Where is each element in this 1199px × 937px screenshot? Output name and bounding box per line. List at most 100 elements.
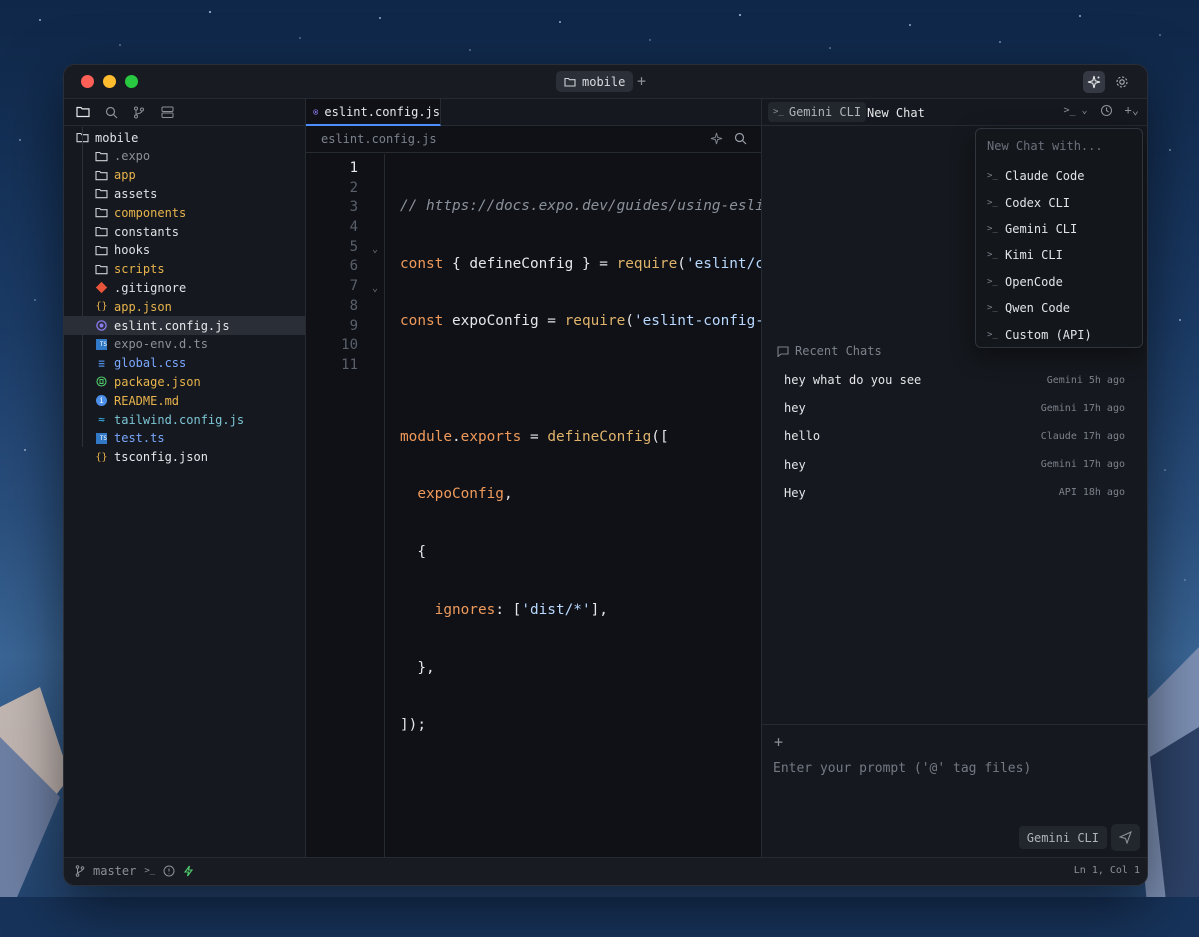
new-workspace-tab-button[interactable]: + <box>637 72 646 90</box>
recent-chat-title: Hey <box>784 485 806 500</box>
breadcrumb-file[interactable]: eslint.config.js <box>321 132 437 146</box>
send-button[interactable] <box>1111 824 1140 851</box>
dropdown-item-custom-api[interactable]: >_ Custom (API) <box>976 321 1142 347</box>
recent-chats-list: hey what do you see Gemini 5h ago hey Gemini… <box>774 366 1135 507</box>
chat-tab-cli-label: Gemini CLI <box>788 105 862 119</box>
tree-item-expo[interactable]: .expo <box>64 147 305 166</box>
chat-header: >_ Gemini CLI New Chat >_ ⌄ +⌄ <box>762 99 1147 126</box>
folder-icon <box>564 77 576 87</box>
search-icon <box>105 106 117 118</box>
minimize-window-button[interactable] <box>103 75 116 88</box>
tree-item-app[interactable]: app <box>64 166 305 185</box>
dropdown-item-opencode[interactable]: >_ OpenCode <box>976 269 1142 295</box>
folder-icon <box>95 244 108 257</box>
tree-item-expo-env-d-ts[interactable]: TS expo-env.d.ts <box>64 335 305 354</box>
fold-chevron-icon[interactable]: ⌄ <box>372 244 378 255</box>
chat-tab-new-chat[interactable]: New Chat <box>867 103 925 123</box>
tree-item-hooks[interactable]: hooks <box>64 241 305 260</box>
source-control-button[interactable] <box>131 104 147 120</box>
chat-bubble-icon <box>777 345 789 357</box>
recent-chat-row[interactable]: hey Gemini 17h ago <box>774 451 1135 479</box>
recent-chat-row[interactable]: hello Claude 17h ago <box>774 422 1135 450</box>
tree-item-eslint-config-js[interactable]: eslint.config.js <box>64 316 305 335</box>
dropdown-item-codex-cli[interactable]: >_ Codex CLI <box>976 189 1142 215</box>
recent-chat-row[interactable]: Hey API 18h ago <box>774 479 1135 507</box>
tree-item-assets[interactable]: assets <box>64 185 305 204</box>
status-left: master >_ <box>75 864 194 878</box>
tree-item-app-json[interactable]: {} app.json <box>64 297 305 316</box>
prompt-composer: + Gemini CLI <box>762 724 1147 857</box>
recent-chat-provider: Gemini <box>1040 459 1077 471</box>
new-chat-dropdown: New Chat with... >_ Claude Code >_ Codex CL… <box>975 128 1143 348</box>
eslint-icon <box>95 319 108 332</box>
search-icon[interactable] <box>734 132 747 145</box>
cursor-position[interactable]: Ln 1, Col 1 <box>1074 865 1140 876</box>
new-chat-menu-button[interactable]: +⌄ <box>1125 103 1139 117</box>
maximize-window-button[interactable] <box>125 75 138 88</box>
history-icon[interactable] <box>1100 104 1113 117</box>
search-view-button[interactable] <box>103 104 119 120</box>
tree-item-package-json[interactable]: package.json <box>64 373 305 392</box>
dropdown-item-label: Qwen Code <box>1005 301 1071 316</box>
close-window-button[interactable] <box>81 75 94 88</box>
terminal-icon: >_ <box>987 276 998 287</box>
recent-chat-row[interactable]: hey what do you see Gemini 5h ago <box>774 366 1135 394</box>
ai-sparkle-button[interactable] <box>1083 71 1105 93</box>
model-selector[interactable]: Gemini CLI <box>1018 826 1107 849</box>
tree-item-components[interactable]: components <box>64 203 305 222</box>
code-line-8: ignores: ['dist/*'], <box>434 601 608 618</box>
folder-icon <box>95 206 108 219</box>
tree-item-test-ts[interactable]: TS test.ts <box>64 429 305 448</box>
sparkle-icon[interactable] <box>710 132 723 145</box>
line-number: 4 <box>349 219 358 236</box>
tree-item-readme-md[interactable]: i README.md <box>64 391 305 410</box>
tree-item-tsconfig-json[interactable]: {} tsconfig.json <box>64 448 305 467</box>
tree-item-label: components <box>114 205 187 220</box>
lightning-icon[interactable] <box>183 865 194 877</box>
file-explorer-sidebar: mobile .expo app assets components constants… <box>64 99 306 857</box>
dropdown-item-label: OpenCode <box>1005 274 1063 289</box>
tree-item-constants[interactable]: constants <box>64 222 305 241</box>
recent-chat-row[interactable]: hey Gemini 17h ago <box>774 394 1135 422</box>
tree-item-gitignore[interactable]: .gitignore <box>64 279 305 298</box>
recent-chat-provider: Gemini <box>1040 402 1077 414</box>
settings-button[interactable] <box>1111 71 1133 93</box>
files-view-button[interactable] <box>75 104 91 120</box>
dropdown-header: New Chat with... <box>987 139 1103 153</box>
line-number: 10 <box>341 337 358 354</box>
tree-item-label: package.json <box>114 374 201 389</box>
tree-item-label: assets <box>114 186 158 201</box>
code-area[interactable]: 1 2 3 4 5 6 7 8 9 10 11 ⌄ ⌄ // https://docs.expo.d… <box>306 154 761 857</box>
tree-item-global-css[interactable]: ≡ global.css <box>64 354 305 373</box>
editor-tab-active[interactable]: eslint.config.js <box>306 99 441 126</box>
dropdown-item-claude-code[interactable]: >_ Claude Code <box>976 163 1142 189</box>
branch-name[interactable]: master <box>93 864 136 878</box>
tree-root-folder[interactable]: mobile <box>64 128 305 147</box>
send-icon <box>1119 831 1132 844</box>
tree-item-scripts[interactable]: scripts <box>64 260 305 279</box>
fold-chevron-icon[interactable]: ⌄ <box>372 283 378 294</box>
prompt-input[interactable] <box>773 761 1123 776</box>
tree-item-tailwind-config-js[interactable]: ≈ tailwind.config.js <box>64 410 305 429</box>
line-number: 9 <box>349 317 358 334</box>
git-icon <box>95 281 108 294</box>
workspace-tab[interactable]: mobile <box>556 71 634 92</box>
git-branch-icon <box>134 106 144 118</box>
terminal-dropdown-button[interactable]: >_ ⌄ <box>1063 105 1087 116</box>
tree-item-label: app <box>114 168 136 183</box>
attach-button[interactable]: + <box>774 733 783 751</box>
terminal-icon[interactable]: >_ <box>144 866 155 876</box>
code-content: // https://docs.expo.dev/guides/using-es… <box>400 154 761 832</box>
dropdown-item-kimi-cli[interactable]: >_ Kimi CLI <box>976 242 1142 268</box>
chat-panel: >_ Gemini CLI New Chat >_ ⌄ +⌄ New Chat … <box>761 99 1147 857</box>
dropdown-item-qwen-code[interactable]: >_ Qwen Code <box>976 295 1142 321</box>
folder-icon <box>95 169 108 182</box>
chat-tab-gemini-cli[interactable]: >_ Gemini CLI <box>768 102 867 122</box>
dropdown-item-label: Claude Code <box>1005 169 1085 184</box>
dropdown-item-gemini-cli[interactable]: >_ Gemini CLI <box>976 216 1142 242</box>
editor-actions <box>710 132 747 145</box>
info-circle-icon[interactable] <box>163 865 175 877</box>
storage-view-button[interactable] <box>159 104 175 120</box>
recent-chats-heading: Recent Chats <box>777 344 882 358</box>
